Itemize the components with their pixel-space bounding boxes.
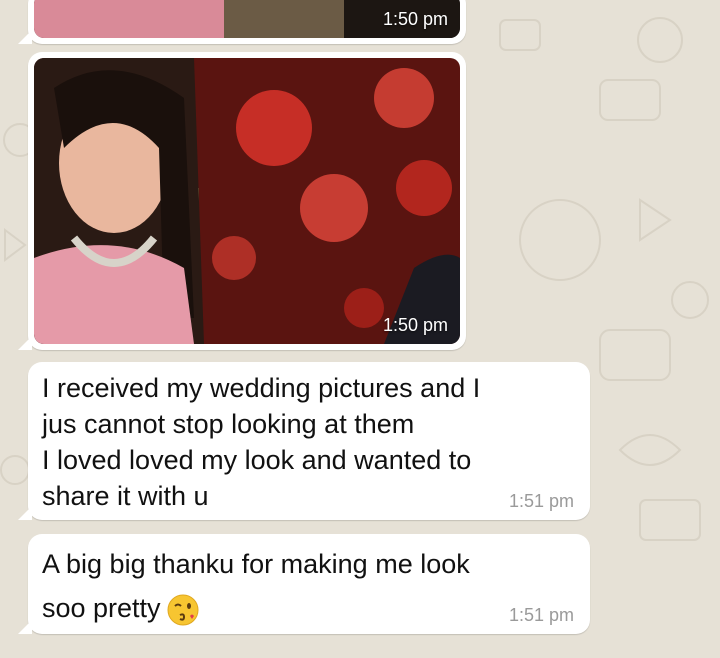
message-text: A big big thanku for making me look soo … bbox=[42, 542, 576, 630]
kissing-wink-emoji-icon bbox=[167, 594, 199, 626]
text-message-bubble[interactable]: I received my wedding pictures and I jus… bbox=[18, 362, 590, 520]
message-line: jus cannot stop looking at them bbox=[42, 409, 415, 439]
wedding-photo-thumbnail[interactable]: 1:50 pm bbox=[34, 0, 460, 38]
message-timestamp: 1:50 pm bbox=[382, 9, 448, 29]
text-message-bubble[interactable]: A big big thanku for making me look soo … bbox=[18, 534, 590, 634]
image-message-bubble[interactable]: 1:50 pm bbox=[18, 0, 466, 44]
message-line: soo pretty bbox=[42, 593, 161, 623]
message-line: I received my wedding pictures and I bbox=[42, 373, 481, 403]
message-text: I received my wedding pictures and I jus… bbox=[42, 370, 576, 514]
image-message-bubble[interactable]: 1:50 pm bbox=[18, 52, 466, 350]
message-timestamp: 1:50 pm bbox=[382, 315, 448, 335]
message-timestamp: 1:51 pm bbox=[508, 491, 574, 511]
message-line: share it with u bbox=[42, 481, 209, 511]
message-line: A big big thanku for making me look bbox=[42, 549, 470, 579]
message-timestamp: 1:51 pm bbox=[508, 605, 574, 625]
message-line: I loved loved my look and wanted to bbox=[42, 445, 472, 475]
wedding-photo[interactable]: 1:50 pm bbox=[34, 58, 460, 344]
